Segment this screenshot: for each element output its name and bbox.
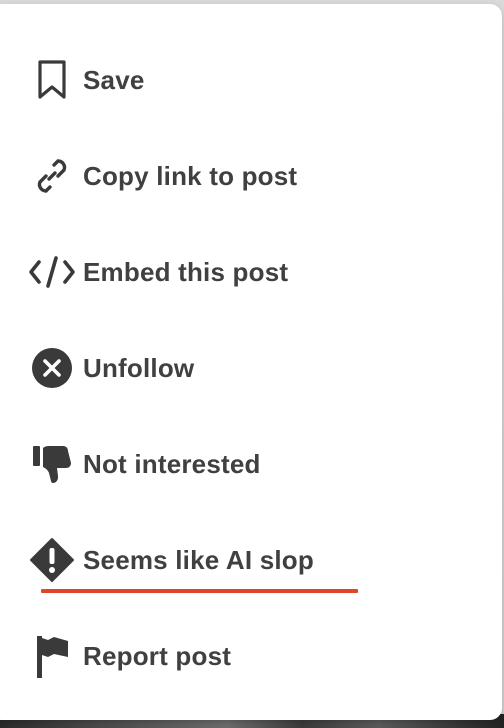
menu-item-label: Seems like AI slop — [83, 544, 314, 575]
menu-item-copy-link[interactable]: Copy link to post — [0, 128, 494, 224]
menu-item-label: Copy link to post — [83, 160, 298, 191]
thumbs-down-icon — [28, 440, 76, 488]
flag-icon — [28, 632, 76, 680]
warning-diamond-icon — [28, 536, 76, 584]
menu-item-label: Report post — [83, 640, 232, 671]
menu-item-label: Not interested — [83, 448, 261, 479]
link-icon — [28, 152, 76, 200]
menu-item-label: Unfollow — [83, 352, 195, 383]
menu-item-report[interactable]: Report post — [0, 608, 494, 704]
menu-item-embed[interactable]: Embed this post — [0, 224, 494, 320]
x-circle-icon — [28, 344, 76, 392]
highlight-underline — [41, 589, 358, 593]
code-icon — [28, 248, 76, 296]
bookmark-icon — [28, 56, 76, 104]
menu-item-label: Save — [83, 64, 145, 95]
menu-item-save[interactable]: Save — [0, 32, 494, 128]
post-options-menu: Save Copy link to post Embed this post U… — [0, 4, 502, 720]
menu-item-not-interested[interactable]: Not interested — [0, 416, 494, 512]
menu-item-ai-slop[interactable]: Seems like AI slop — [0, 512, 494, 608]
menu-item-label: Embed this post — [83, 256, 289, 287]
menu-item-unfollow[interactable]: Unfollow — [0, 320, 494, 416]
